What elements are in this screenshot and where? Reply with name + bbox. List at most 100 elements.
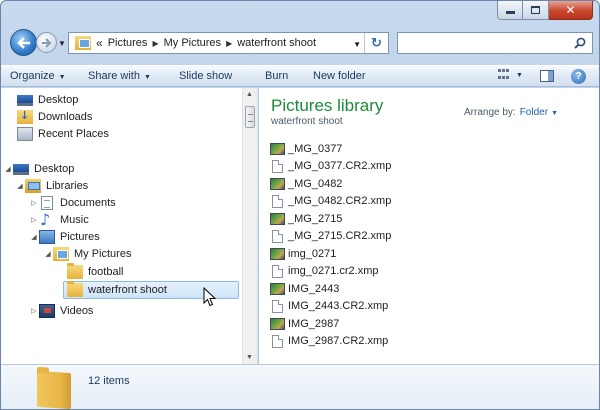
collapsed-arrow-icon[interactable]: ▷	[29, 216, 39, 224]
library-subtitle: waterfront shoot	[271, 116, 343, 127]
file-item[interactable]: IMG_2443.CR2.xmp	[270, 298, 388, 315]
address-bar[interactable]: « Pictures ▶ My Pictures ▶ waterfront shoo…	[68, 32, 389, 54]
tree-item-libraries[interactable]: ◢ Libraries	[15, 177, 88, 195]
file-name: IMG_2987	[288, 317, 340, 330]
tree-item-label: Libraries	[46, 180, 89, 192]
search-input[interactable]	[397, 32, 593, 54]
arrange-by-value[interactable]: Folder	[520, 107, 548, 118]
desktop-icon	[13, 164, 29, 175]
expanded-arrow-icon[interactable]: ◢	[43, 250, 53, 258]
refresh-icon: ↻	[371, 35, 382, 50]
music-icon	[39, 210, 55, 229]
image-file-icon	[270, 212, 285, 225]
tree-item-my-pictures[interactable]: ◢ My Pictures	[43, 245, 131, 263]
recent-pages-dropdown-icon[interactable]: ▼	[58, 39, 66, 48]
arrange-by-label: Arrange by:	[464, 107, 516, 118]
file-name: _MG_0482.CR2.xmp	[288, 195, 392, 207]
folder-icon	[37, 370, 71, 409]
recent-places-icon	[17, 127, 33, 141]
breadcrumb-my-pictures[interactable]: My Pictures	[164, 37, 221, 49]
chevron-down-icon: ▼	[143, 74, 151, 81]
scroll-up-icon[interactable]: ▲	[246, 91, 253, 98]
breadcrumb-separator-icon[interactable]: ▶	[152, 39, 158, 48]
tree-item-football[interactable]: football	[67, 263, 123, 281]
file-item[interactable]: img_0271.cr2.xmp	[270, 263, 379, 280]
file-item[interactable]: IMG_2987	[270, 315, 339, 332]
forward-button[interactable]	[36, 32, 57, 53]
slide-show-button[interactable]: Slide show	[179, 70, 232, 82]
breadcrumb: Pictures ▶ My Pictures ▶ waterfront shoot	[108, 37, 321, 49]
burn-button[interactable]: Burn	[265, 70, 288, 82]
breadcrumb-overflow[interactable]: «	[96, 36, 103, 50]
tree-item-downloads[interactable]: Downloads	[17, 108, 92, 126]
expanded-arrow-icon[interactable]: ◢	[3, 165, 13, 173]
tree-item-pictures[interactable]: ◢ Pictures	[29, 228, 100, 246]
arrange-by-control[interactable]: Arrange by: Folder ▼	[464, 107, 558, 118]
tree-item-desktop-favorite[interactable]: Desktop	[17, 91, 78, 109]
scrollbar-thumb[interactable]	[245, 106, 255, 128]
tree-item-label: football	[88, 266, 124, 278]
file-item[interactable]: img_0271	[270, 245, 336, 262]
collapsed-arrow-icon[interactable]: ▷	[29, 199, 39, 207]
folder-icon	[67, 263, 83, 279]
file-name: _MG_2715.CR2.xmp	[288, 230, 392, 242]
search-icon[interactable]	[574, 37, 586, 49]
tree-item-videos[interactable]: ▷ Videos	[29, 302, 93, 320]
slide-show-label: Slide show	[179, 70, 233, 82]
breadcrumb-waterfront-shoot[interactable]: waterfront shoot	[237, 37, 316, 49]
xmp-file-icon	[272, 194, 283, 208]
scroll-down-icon[interactable]: ▼	[246, 354, 253, 361]
file-item[interactable]: _MG_2715.CR2.xmp	[270, 228, 391, 245]
share-with-menu[interactable]: Share with ▼	[88, 70, 151, 82]
close-button[interactable]: ✕	[549, 1, 593, 20]
file-item[interactable]: _MG_0482.CR2.xmp	[270, 193, 391, 210]
chevron-down-icon[interactable]: ▼	[551, 110, 558, 117]
tree-item-label: Pictures	[60, 231, 100, 243]
tree-item-label: waterfront shoot	[88, 284, 167, 296]
file-name: IMG_2443.CR2.xmp	[288, 300, 389, 312]
tree-item-desktop[interactable]: ◢ Desktop	[3, 160, 74, 178]
address-dropdown-icon[interactable]: ▼	[353, 40, 361, 49]
maximize-icon	[531, 6, 540, 14]
back-button[interactable]	[10, 29, 37, 56]
file-item[interactable]: IMG_2443	[270, 280, 339, 297]
change-view-button[interactable]: ▼	[498, 69, 523, 81]
chevron-down-icon: ▼	[516, 71, 523, 79]
breadcrumb-pictures[interactable]: Pictures	[108, 37, 148, 49]
item-count: 12 items	[88, 375, 130, 387]
mouse-cursor-icon	[203, 287, 217, 307]
expanded-arrow-icon[interactable]: ◢	[15, 182, 25, 190]
refresh-button[interactable]: ↻	[364, 33, 388, 53]
tree-item-label: Music	[60, 214, 89, 226]
file-name: _MG_2715	[288, 212, 343, 225]
file-item[interactable]: IMG_2987.CR2.xmp	[270, 333, 388, 350]
tree-item-label: My Pictures	[74, 248, 132, 260]
expanded-arrow-icon[interactable]: ◢	[29, 233, 39, 241]
file-item[interactable]: _MG_0482	[270, 175, 342, 192]
new-folder-button[interactable]: New folder	[313, 70, 366, 82]
file-item[interactable]: _MG_2715	[270, 210, 342, 227]
organize-menu[interactable]: Organize ▼	[10, 70, 66, 82]
collapsed-arrow-icon[interactable]: ▷	[29, 307, 39, 315]
chevron-down-icon: ▼	[58, 74, 66, 81]
tree-item-music[interactable]: ▷ Music	[29, 210, 89, 229]
tree-item-label: Recent Places	[38, 128, 109, 140]
tree-item-label: Downloads	[38, 111, 93, 123]
preview-pane-icon[interactable]	[540, 70, 554, 82]
breadcrumb-separator-icon[interactable]: ▶	[226, 39, 232, 48]
minimize-button[interactable]	[497, 1, 523, 20]
image-file-icon	[270, 282, 285, 295]
back-arrow-icon	[16, 36, 30, 49]
minimize-icon	[505, 11, 515, 14]
navigation-pane-scrollbar[interactable]: ▲ ▼	[242, 88, 257, 364]
image-file-icon	[270, 177, 285, 190]
file-name: img_0271	[288, 247, 337, 260]
file-item[interactable]: _MG_0377	[270, 140, 342, 157]
help-icon[interactable]: ?	[571, 69, 586, 84]
burn-label: Burn	[265, 70, 289, 82]
file-item[interactable]: _MG_0377.CR2.xmp	[270, 158, 391, 175]
maximize-button[interactable]	[523, 1, 549, 20]
file-name: _MG_0377	[288, 142, 343, 155]
xmp-file-icon	[272, 229, 283, 243]
tree-item-recent-places[interactable]: Recent Places	[17, 125, 109, 143]
